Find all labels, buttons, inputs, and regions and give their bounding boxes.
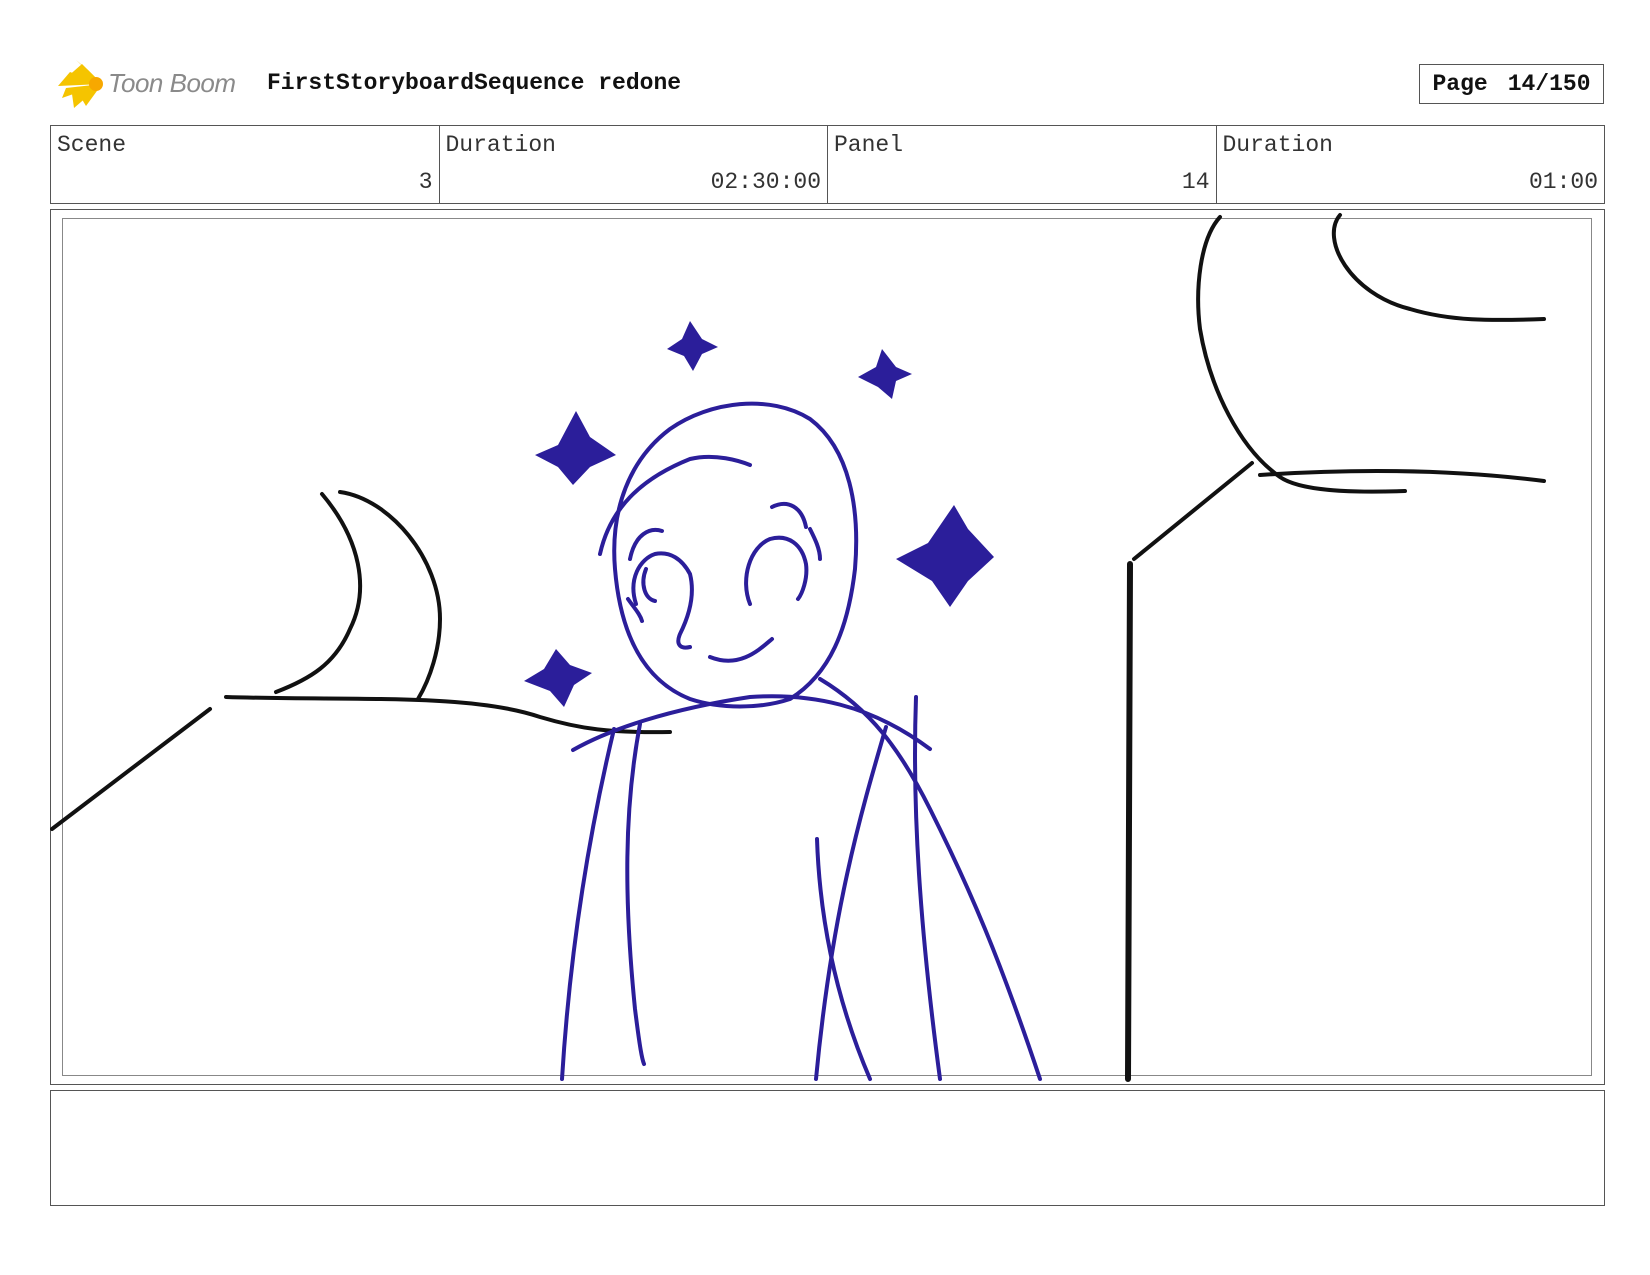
scene-value: 3 <box>418 169 433 195</box>
sparkle-icon <box>667 321 718 371</box>
toon-boom-logo: Toon Boom <box>52 56 252 112</box>
scene-duration-cell: Duration 02:30:00 <box>440 126 828 203</box>
panel-info-row: Scene 3 Duration 02:30:00 Panel 14 Durat… <box>50 125 1605 204</box>
scene-label: Scene <box>57 132 127 158</box>
sparkle-icon <box>858 349 912 399</box>
project-title: FirstStoryboardSequence redone <box>267 70 682 96</box>
starburst-icon <box>58 60 103 108</box>
scene-duration-label: Duration <box>445 132 556 158</box>
panel-label: Panel <box>834 132 904 158</box>
scene-duration-value: 02:30:00 <box>710 169 821 195</box>
panel-duration-label: Duration <box>1222 132 1333 158</box>
panel-cell: Panel 14 <box>828 126 1217 203</box>
left-ink-sketch <box>50 490 672 831</box>
sparkle-icon <box>535 411 616 485</box>
page-label: Page <box>1432 71 1488 97</box>
panel-sketch <box>50 213 1546 1082</box>
panel-duration-cell: Duration 01:00 <box>1217 126 1605 203</box>
scene-cell: Scene 3 <box>51 126 440 203</box>
sparkle-icon <box>896 505 994 607</box>
character-sketch <box>560 401 1042 1081</box>
panel-value: 14 <box>1181 169 1210 195</box>
panel-duration-value: 01:00 <box>1528 169 1598 195</box>
page-indicator: Page 14/150 <box>1419 64 1604 104</box>
right-ink-sketch <box>1125 213 1546 1082</box>
sparkle-icon <box>524 649 592 707</box>
page-number: 14/150 <box>1507 71 1591 97</box>
logo-text: Toon Boom <box>108 68 236 98</box>
panel-notes-box <box>50 1090 1605 1206</box>
